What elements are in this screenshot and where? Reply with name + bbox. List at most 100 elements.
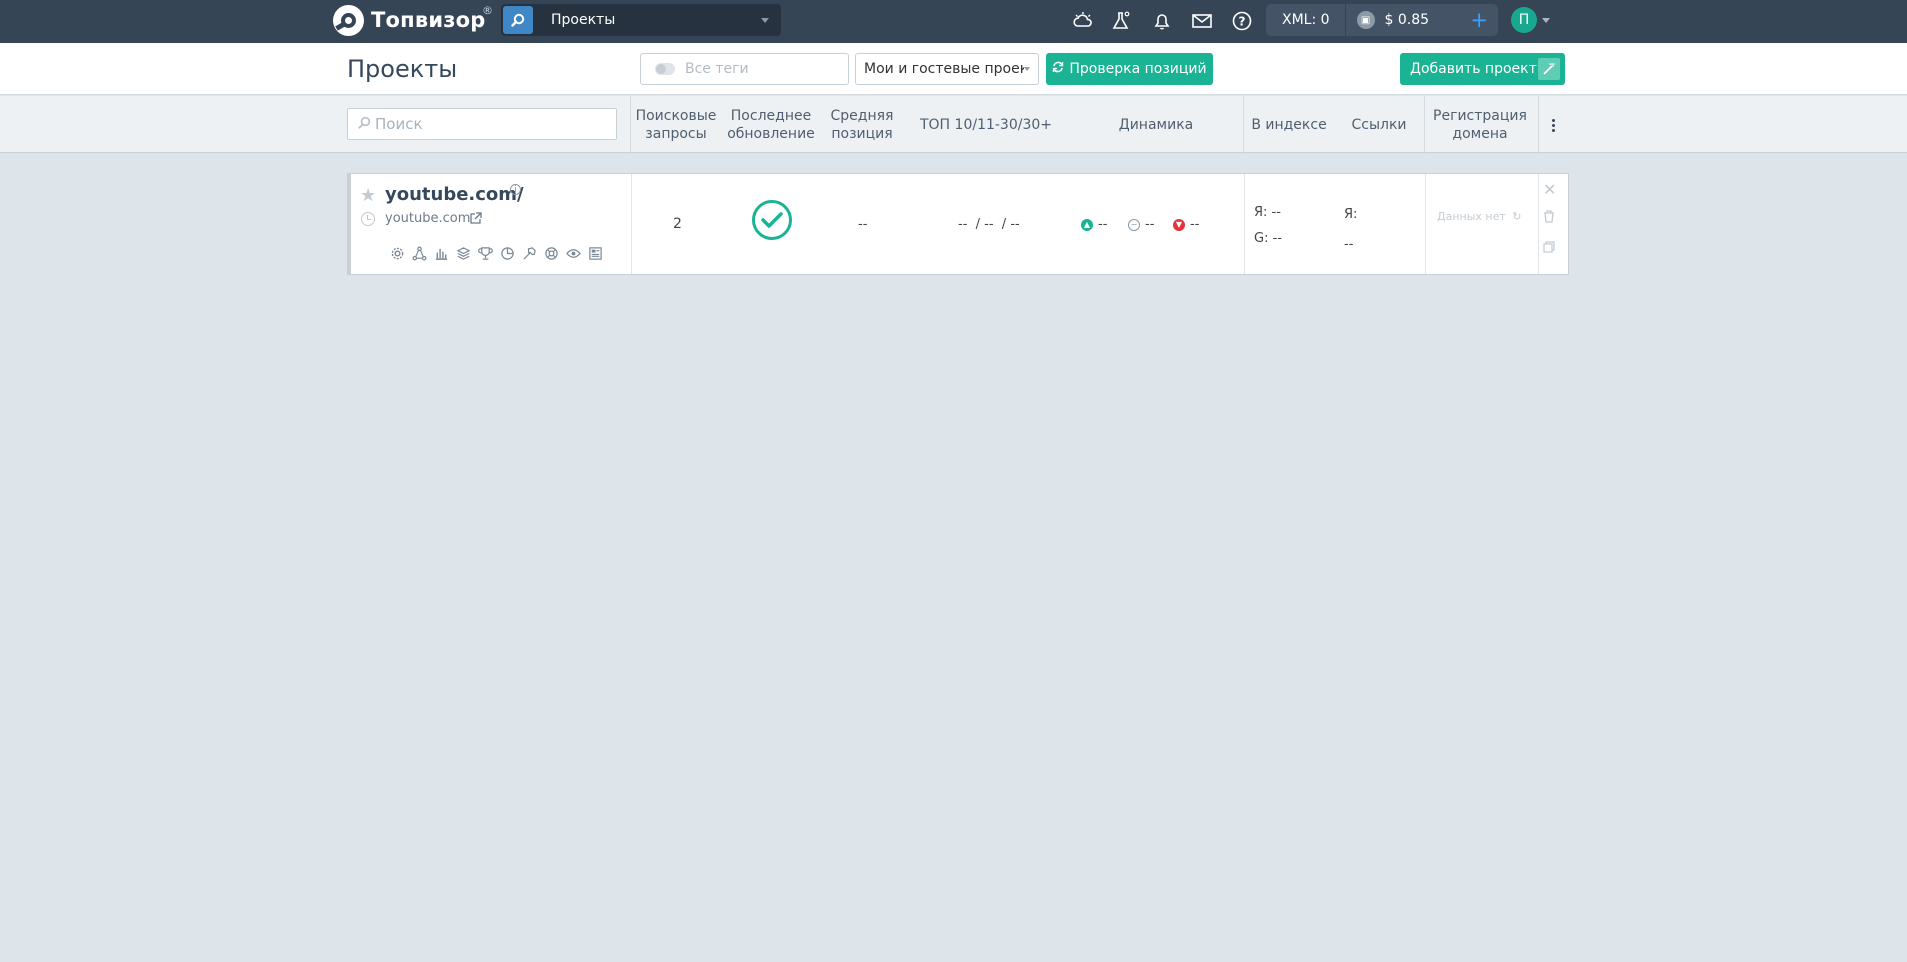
tags-placeholder: Все теги [685, 61, 749, 77]
column-top[interactable]: ТОП 10/11-30/30+ [908, 96, 1064, 153]
registered-mark: ® [482, 4, 493, 17]
xml-counter[interactable]: XML: 0 [1282, 12, 1330, 28]
check-positions-label: Проверка позиций [1069, 61, 1207, 77]
column-domain-registration[interactable]: Регистрация домена [1426, 96, 1534, 153]
help-icon[interactable]: ? [1229, 8, 1255, 34]
dynamics-down-value: -- [1190, 217, 1200, 232]
close-icon[interactable]: ✕ [1543, 180, 1556, 199]
divider [1344, 4, 1346, 36]
eye-icon[interactable] [562, 244, 584, 262]
chevron-down-icon [1024, 67, 1030, 71]
project-filter-value: Мои и гостевые проекты [864, 61, 1024, 77]
project-name[interactable]: youtube.com/ [385, 184, 524, 205]
settings-icon[interactable] [386, 244, 408, 262]
svg-text:?: ? [1239, 15, 1246, 29]
divider [1243, 96, 1244, 153]
search-field[interactable] [347, 108, 617, 140]
projects-table-header: Поисковые запросы Последнее обновление С… [0, 96, 1907, 153]
info-icon[interactable]: i [510, 184, 521, 195]
project-select-label: Проекты [551, 12, 616, 28]
top-values: -- / -- / -- [958, 217, 1020, 232]
top-navbar: Топвизор ® Проекты ? XML: 0 ▣ $ 0.85 + П [0, 0, 1907, 43]
index-yandex[interactable]: Я: -- [1254, 205, 1281, 220]
logo-text: Топвизор [371, 8, 486, 32]
network-icon[interactable] [408, 244, 430, 262]
links-label: Я: [1344, 207, 1358, 222]
trash-icon[interactable] [1543, 210, 1555, 227]
domain-registration-value: Данных нет ↻ [1437, 210, 1522, 223]
divider [1538, 174, 1539, 274]
arrow-up-icon: ▲ [1081, 218, 1093, 231]
divider [1425, 174, 1426, 274]
refresh-icon[interactable]: ↻ [1512, 210, 1521, 223]
trophy-icon[interactable] [474, 244, 496, 262]
links-value[interactable]: -- [1344, 237, 1353, 252]
chart-icon[interactable] [430, 244, 452, 262]
chevron-down-icon[interactable] [1542, 18, 1550, 23]
divider [630, 96, 631, 153]
avg-position-value: -- [858, 217, 868, 232]
arrow-down-icon: ▼ [1173, 218, 1185, 231]
dynamics-down: ▼ -- [1173, 217, 1199, 232]
mail-icon[interactable] [1189, 8, 1215, 34]
external-link-icon[interactable] [469, 212, 482, 229]
divider [1424, 96, 1425, 153]
project-row[interactable]: ★ youtube.com/ i youtube.com 2 -- -- / -… [347, 173, 1569, 275]
divider [1244, 174, 1245, 274]
dynamics-same: − -- [1128, 217, 1154, 232]
tags-filter[interactable]: Все теги [640, 53, 849, 85]
avatar[interactable]: П [1511, 7, 1537, 33]
search-input[interactable] [375, 115, 595, 133]
logo-icon [333, 4, 364, 36]
search-icon [358, 116, 371, 133]
dynamics-same-value: -- [1145, 217, 1155, 232]
dynamics-up-value: -- [1098, 217, 1108, 232]
column-dynamics[interactable]: Динамика [1080, 96, 1232, 153]
hammer-icon[interactable] [518, 244, 540, 262]
check-positions-button[interactable]: Проверка позиций [1046, 53, 1213, 85]
search-icon [503, 6, 533, 34]
column-in-index[interactable]: В индексе [1245, 96, 1333, 153]
logo[interactable]: Топвизор ® [333, 4, 493, 36]
check-circle-icon[interactable] [752, 200, 792, 240]
chevron-down-icon [761, 17, 769, 23]
minus-circle-icon: − [1128, 218, 1140, 231]
queries-count[interactable]: 2 [673, 216, 682, 232]
index-google[interactable]: G: -- [1254, 231, 1282, 246]
domain-registration-text: Данных нет [1437, 210, 1506, 223]
refresh-icon [1052, 61, 1064, 77]
report-icon[interactable] [584, 244, 606, 262]
balance-panel: XML: 0 ▣ $ 0.85 + [1266, 4, 1498, 36]
divider [631, 174, 632, 274]
layers-icon[interactable] [452, 244, 474, 262]
row-color-strip [348, 174, 351, 274]
project-select[interactable]: Проекты [501, 4, 781, 36]
dynamics-up: ▲ -- [1081, 217, 1107, 232]
bell-icon[interactable] [1149, 8, 1175, 34]
add-project-button[interactable]: Добавить проект [1400, 53, 1565, 85]
page-header: Проекты Все теги Мои и гостевые проекты … [0, 43, 1907, 95]
add-funds-button[interactable]: + [1470, 9, 1488, 31]
column-avg-position[interactable]: Средняя позиция [822, 96, 902, 153]
clock-icon[interactable] [361, 212, 375, 226]
project-tools [386, 244, 606, 262]
copy-icon[interactable] [1543, 241, 1555, 257]
project-url[interactable]: youtube.com [385, 211, 470, 226]
star-icon[interactable]: ★ [360, 185, 376, 206]
lifebuoy-icon[interactable] [540, 244, 562, 262]
tags-toggle[interactable] [655, 63, 675, 75]
weather-icon[interactable] [1070, 8, 1096, 34]
more-options-icon[interactable] [1548, 114, 1558, 136]
add-project-label: Добавить проект [1410, 61, 1537, 77]
balance-amount[interactable]: $ 0.85 [1385, 12, 1471, 28]
magic-wand-icon [1538, 58, 1560, 80]
column-queries[interactable]: Поисковые запросы [632, 96, 720, 153]
project-filter-select[interactable]: Мои и гостевые проекты [855, 53, 1039, 85]
page-title: Проекты [347, 55, 458, 83]
wallet-icon: ▣ [1356, 11, 1375, 29]
lab-icon[interactable] [1108, 8, 1134, 34]
column-last-update[interactable]: Последнее обновление [722, 96, 820, 153]
pie-icon[interactable] [496, 244, 518, 262]
column-links[interactable]: Ссылки [1336, 96, 1422, 153]
divider [1538, 96, 1539, 153]
